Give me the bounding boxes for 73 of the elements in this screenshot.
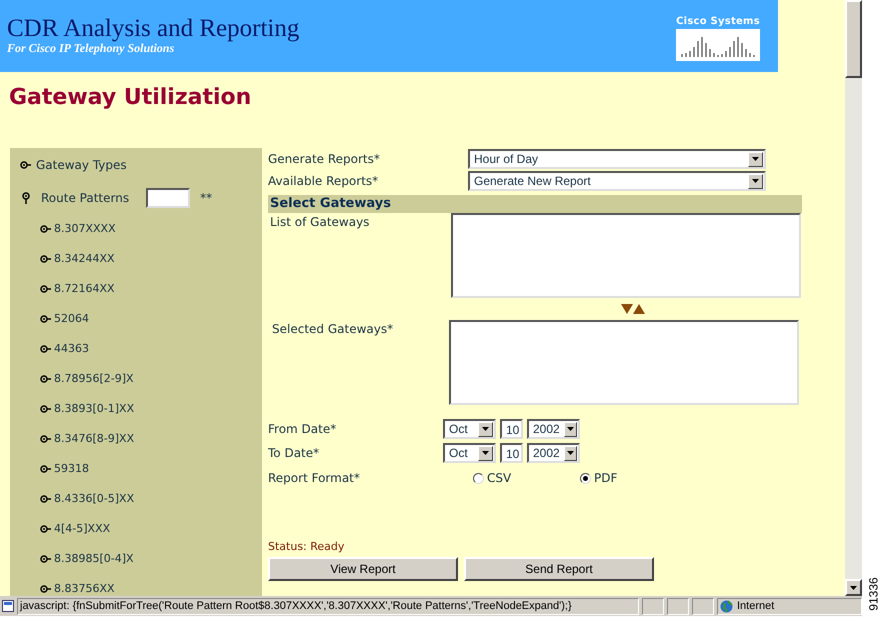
year-dropdown[interactable]: 2002 <box>527 419 580 439</box>
page-icon <box>2 600 14 612</box>
gateway-list-box[interactable] <box>451 213 801 298</box>
filter-field[interactable] <box>146 188 190 208</box>
key-icon <box>40 435 51 443</box>
key-icon <box>40 315 51 323</box>
tree-item[interactable]: 4[4-5]XXX <box>40 522 262 536</box>
available-reports-dropdown[interactable]: Generate New Report <box>468 171 766 191</box>
tree-item[interactable]: 8.83756XX <box>40 582 262 596</box>
status-pane <box>642 598 664 614</box>
selected-gateways-box[interactable] <box>449 320 799 405</box>
move-down-icon[interactable] <box>621 304 633 314</box>
globe-icon <box>720 600 733 612</box>
status-pane <box>692 598 714 614</box>
tree-item[interactable]: 8.307XXXX <box>40 222 262 236</box>
scroll-down-icon[interactable] <box>845 579 862 596</box>
tree-item[interactable]: 8.38985[0-4]X <box>40 552 262 566</box>
tree-item[interactable]: 44363 <box>40 342 262 356</box>
key-icon <box>40 285 51 293</box>
tree-item[interactable]: 8.3893[0-1]XX <box>40 402 262 416</box>
key-icon <box>40 525 51 533</box>
action-button[interactable]: Send Report <box>464 557 654 581</box>
day-field[interactable]: 10 <box>500 443 523 463</box>
key-icon <box>40 225 51 233</box>
key-icon <box>40 585 51 593</box>
month-dropdown[interactable]: Oct <box>443 443 496 463</box>
key-icon <box>40 375 51 383</box>
section-header: Select Gateways <box>268 195 802 213</box>
day-field[interactable]: 10 <box>500 419 523 439</box>
field-label: Report Format* <box>268 470 361 487</box>
move-up-icon[interactable] <box>633 304 645 314</box>
field-label: List of Gateways <box>269 214 370 231</box>
tree-item[interactable]: 8.78956[2-9]X <box>40 372 262 386</box>
tree-item[interactable]: 52064 <box>40 312 262 326</box>
report-type-dropdown[interactable]: Hour of Day <box>468 149 766 169</box>
field-label: Generate Reports* <box>268 151 381 168</box>
field-label: From Date* <box>268 421 338 438</box>
required-note: ** <box>200 190 212 207</box>
month-dropdown[interactable]: Oct <box>443 419 496 439</box>
bridge-logo-icon <box>676 29 760 61</box>
field-label: Available Reports* <box>268 173 380 190</box>
key-icon <box>20 161 31 169</box>
key-icon <box>40 495 51 503</box>
page-title: Gateway Utilization <box>9 85 252 110</box>
key-icon <box>40 465 51 473</box>
format-radio[interactable]: CSV <box>473 469 580 487</box>
key-icon <box>40 255 51 263</box>
tree-item[interactable]: Route Patterns ** <box>20 189 262 207</box>
tree-item[interactable]: 8.3476[8-9]XX <box>40 432 262 446</box>
cisco-logo: Cisco Systems <box>676 14 760 61</box>
field-label: Selected Gateways* <box>271 321 394 338</box>
tree-item[interactable]: 8.34244XX <box>40 252 262 266</box>
tree-item[interactable]: 8.4336[0-5]XX <box>40 492 262 506</box>
tree-item[interactable]: 59318 <box>40 462 262 476</box>
status-text: javascript: {fnSubmitForTree('Route Pattern Root$8.307XXXX','8.307XXXX','Route Patterns','TreeNodeExpand');} <box>17 598 639 614</box>
key-icon <box>40 405 51 413</box>
key-icon <box>40 555 51 563</box>
year-dropdown[interactable]: 2002 <box>527 443 580 463</box>
status-pane <box>667 598 689 614</box>
scrollbar-thumb[interactable] <box>845 0 862 78</box>
app-title: CDR Analysis and Reporting <box>7 16 300 42</box>
action-button[interactable]: View Report <box>268 557 458 581</box>
status-message: Status: Ready <box>268 540 344 553</box>
field-label: To Date* <box>268 445 320 462</box>
tree-item[interactable]: 8.72164XX <box>40 282 262 296</box>
key-icon <box>40 345 51 353</box>
format-radio[interactable]: PDF <box>580 469 618 487</box>
tree-item[interactable]: Gateway Types <box>20 156 262 174</box>
zone-label: Internet <box>737 598 774 614</box>
pin-icon <box>22 192 30 204</box>
scrollbar[interactable] <box>845 0 862 596</box>
app-subtitle: For Cisco IP Telephony Solutions <box>7 42 176 54</box>
figure-number: 91336 <box>866 577 882 611</box>
